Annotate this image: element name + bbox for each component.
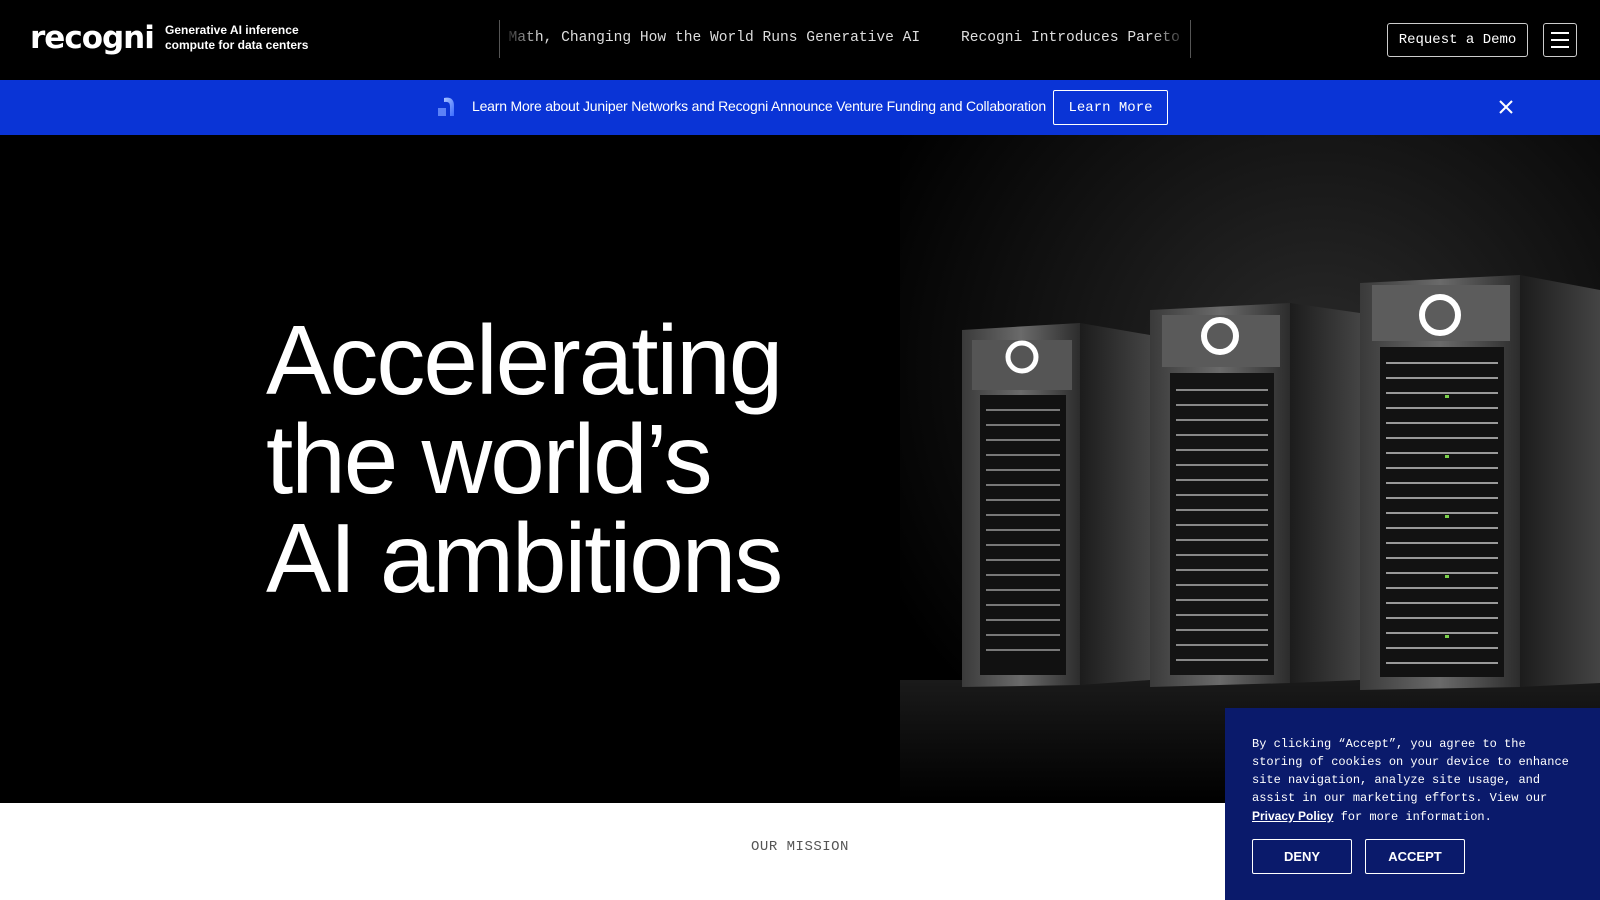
cookie-text: By clicking “Accept”, you agree to the s…: [1252, 735, 1582, 826]
deny-button[interactable]: DENY: [1252, 839, 1352, 874]
top-nav: recogni Generative AI inference compute …: [0, 0, 1600, 80]
ticker-track: to AI Math, Changing How the World Runs …: [500, 30, 1190, 46]
close-icon[interactable]: [1496, 97, 1516, 117]
recogni-logo[interactable]: recogni: [30, 20, 155, 56]
hamburger-icon: [1551, 39, 1569, 41]
hamburger-menu-button[interactable]: [1543, 23, 1577, 57]
ticker-item[interactable]: to AI Math, Changing How the World Runs …: [500, 30, 920, 46]
juniper-logo-icon: [438, 97, 454, 116]
server-rack: [1150, 303, 1360, 687]
ticker-fade-right: [1150, 20, 1190, 58]
cookie-text-after: for more information.: [1333, 810, 1492, 824]
cookie-text-before: By clicking “Accept”, you agree to the s…: [1252, 737, 1569, 805]
learn-more-button[interactable]: Learn More: [1053, 90, 1168, 125]
hero-title-line: AI ambitions: [266, 503, 783, 613]
hero-title-line: the world’s: [266, 404, 713, 514]
announcement-banner: Learn More about Juniper Networks and Re…: [0, 80, 1600, 135]
request-demo-button[interactable]: Request a Demo: [1387, 23, 1528, 57]
ticker-item[interactable]: Recogni Introduces Pareto: [961, 30, 1180, 46]
ticker-fade-left: [500, 20, 540, 58]
hero-title-line: Accelerating: [266, 305, 783, 415]
news-ticker: to AI Math, Changing How the World Runs …: [499, 20, 1191, 58]
logo-tagline: Generative AI inference compute for data…: [165, 23, 309, 52]
hamburger-icon: [1551, 46, 1569, 48]
server-rack: [1360, 275, 1600, 690]
hero-title: Accelerating the world’s AI ambitions: [266, 305, 783, 613]
banner-text: Learn More about Juniper Networks and Re…: [472, 98, 1046, 114]
server-racks-image: [900, 135, 1600, 803]
accept-button[interactable]: ACCEPT: [1365, 839, 1465, 874]
server-rack: [962, 323, 1150, 687]
privacy-policy-link[interactable]: Privacy Policy: [1252, 809, 1333, 823]
hamburger-icon: [1551, 32, 1569, 34]
hero-section: Accelerating the world’s AI ambitions: [0, 135, 1600, 803]
cookie-consent-panel: By clicking “Accept”, you agree to the s…: [1225, 708, 1600, 900]
